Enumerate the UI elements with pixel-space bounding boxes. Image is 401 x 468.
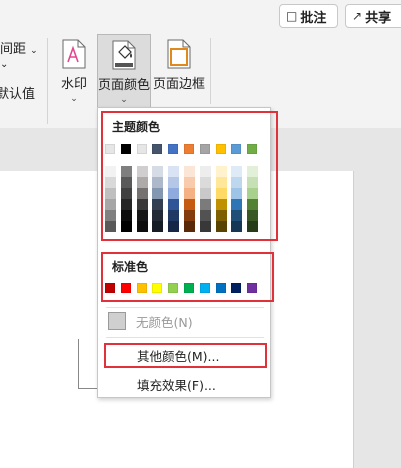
chevron-down-icon[interactable]: ⌄ [0,59,8,70]
spacing-fragment[interactable]: 间距 ⌄ [0,38,38,57]
top-bar: □ 批注 ↗ 共享 [0,0,401,32]
menu-divider [106,337,264,338]
highlight-standard-colors [101,252,274,302]
default-fragment[interactable]: 默认值 [0,83,35,102]
comment-icon: □ [286,9,298,23]
spacing-label: 间距 [0,42,27,57]
ribbon-separator [47,38,48,124]
page-border-icon [163,38,195,70]
no-color-label: 无颜色(N) [136,314,193,330]
paint-bucket-icon [108,39,140,71]
fill-effects-item[interactable]: 填充效果(F)... [100,370,268,398]
share-icon: ↗ [352,9,363,23]
highlight-theme-colors [101,111,278,241]
watermark-label: 水印 [60,77,87,92]
fill-effects-label: 填充效果(F)... [137,377,216,393]
page-color-dropdown: 主题颜色 标准色 无颜色(N) 其他颜色(M)... 填充效果(F)... [97,107,278,398]
chevron-down-icon: ⌄ [120,95,128,105]
no-color-swatch [108,312,126,330]
watermark-button[interactable]: 水印 ⌄ [54,34,94,108]
page-border-button[interactable]: 页面边框 [152,34,206,108]
page-color-button[interactable]: 页面颜色 ⌄ [97,34,151,108]
share-button[interactable]: ↗ 共享 [345,4,401,28]
chevron-down-icon: ⌄ [30,46,38,56]
no-color-item[interactable]: 无颜色(N) [100,307,268,335]
highlight-more-colors [104,343,267,368]
watermark-icon [58,38,90,70]
share-label: 共享 [365,10,392,26]
comment-label: 批注 [300,10,327,26]
comment-button[interactable]: □ 批注 [279,4,338,28]
page-color-label: 页面颜色 [98,78,151,93]
chevron-down-icon: ⌄ [70,94,78,104]
page-border-label: 页面边框 [152,77,205,92]
ribbon-separator [210,38,211,104]
